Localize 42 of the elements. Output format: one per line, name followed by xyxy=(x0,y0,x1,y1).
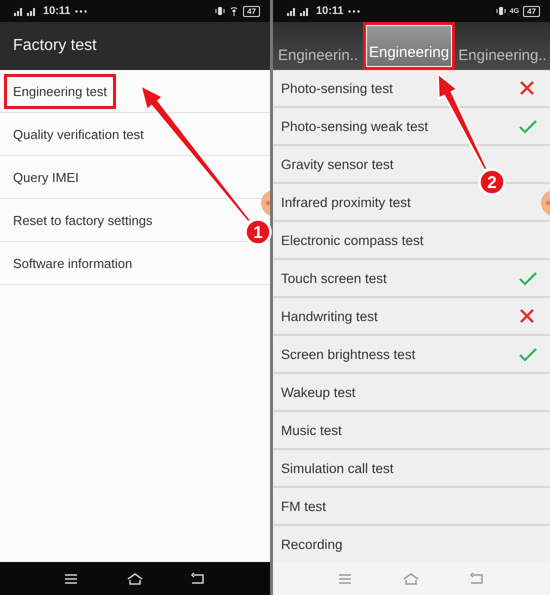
vibrate-icon xyxy=(215,6,226,16)
app-title: Factory test xyxy=(0,22,270,70)
step-badge: 2 xyxy=(478,168,506,196)
check-icon xyxy=(518,270,538,286)
clock: 10:11 xyxy=(316,5,344,17)
test-item[interactable]: Handwriting test xyxy=(281,308,378,324)
tab[interactable]: Engineering.. xyxy=(455,22,550,70)
clock: 10:11 xyxy=(43,5,71,17)
hotspot-icon xyxy=(229,6,240,16)
test-item[interactable]: Photo-sensing weak test xyxy=(281,118,428,134)
home-icon[interactable] xyxy=(126,572,143,586)
more-notifications-icon xyxy=(74,10,87,12)
test-item[interactable]: Screen brightness test xyxy=(281,346,416,362)
battery-indicator: 47 xyxy=(243,6,260,16)
vibrate-icon xyxy=(496,6,506,16)
battery-indicator: 47 xyxy=(523,6,540,16)
more-notifications-icon xyxy=(348,10,360,12)
signal-icon xyxy=(300,6,309,16)
test-item[interactable]: Touch screen test xyxy=(281,270,387,286)
menu-item[interactable]: Query IMEI xyxy=(4,160,88,194)
signal-icon xyxy=(287,6,296,16)
menu-icon[interactable] xyxy=(64,572,80,586)
menu-item[interactable]: Software information xyxy=(4,246,142,280)
tab[interactable]: Engineering xyxy=(363,22,455,70)
test-item[interactable]: Infrared proximity test xyxy=(281,194,411,210)
test-item[interactable]: Music test xyxy=(281,422,342,438)
tab[interactable]: Engineerin.. xyxy=(273,22,363,70)
test-item[interactable]: Simulation call test xyxy=(281,460,394,476)
signal-icon xyxy=(14,6,23,16)
menu-item[interactable]: Quality verification test xyxy=(4,116,153,152)
check-icon xyxy=(518,118,538,134)
test-item[interactable]: Wakeup test xyxy=(281,384,356,400)
back-icon[interactable] xyxy=(190,572,206,586)
signal-icon xyxy=(27,6,36,16)
test-item[interactable]: Electronic compass test xyxy=(281,232,424,248)
test-item[interactable]: FM test xyxy=(281,498,326,514)
test-item[interactable]: Recording xyxy=(281,536,343,552)
menu-item[interactable]: Reset to factory settings xyxy=(4,202,162,238)
test-item[interactable]: Photo-sensing test xyxy=(281,80,393,96)
check-icon xyxy=(518,346,538,362)
test-item[interactable]: Gravity sensor test xyxy=(281,156,394,172)
menu-item[interactable]: Engineering test xyxy=(4,74,116,108)
